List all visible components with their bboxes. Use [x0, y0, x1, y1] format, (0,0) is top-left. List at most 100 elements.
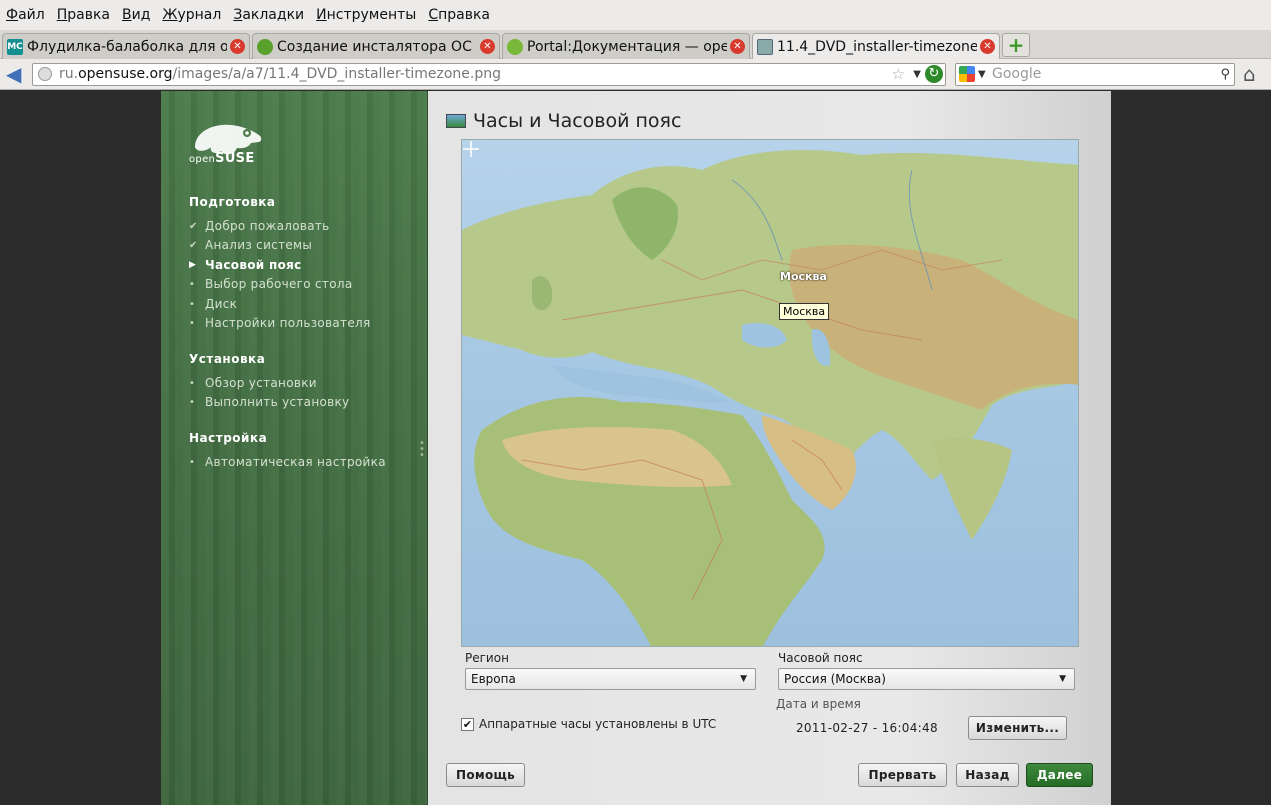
home-icon[interactable]: ⌂	[1243, 62, 1267, 86]
tab-favicon: MC	[7, 38, 23, 55]
menu-bookmarks[interactable]: Закладки	[233, 7, 304, 23]
crosshair-cursor-icon	[463, 141, 479, 157]
world-map-icon	[446, 114, 466, 128]
hardware-clock-utc-checkbox[interactable]: ✔ Аппаратные часы установлены в UTC	[461, 717, 716, 731]
menu-file[interactable]: Файл	[6, 7, 45, 23]
bullet-icon: •	[189, 298, 196, 310]
bullet-icon: •	[189, 396, 196, 408]
chevron-down-icon: ▼	[1059, 674, 1066, 684]
menubar: Файл Правка Вид Журнал Закладки Инструме…	[0, 0, 1271, 30]
bullet-icon: •	[189, 317, 196, 329]
back-arrow-icon[interactable]: ◀	[6, 63, 28, 85]
menu-edit[interactable]: Правка	[57, 7, 110, 23]
url-bar[interactable]: ru.opensuse.org/images/a/a7/11.4_DVD_ins…	[32, 63, 946, 86]
datetime-value: 2011-02-27 - 16:04:48	[796, 721, 938, 735]
tab-2[interactable]: Создание инсталятора ОС … ✕	[252, 33, 500, 59]
module-title-text: Часы и Часовой пояс	[473, 110, 682, 132]
bookmark-star-icon[interactable]: ☆	[892, 64, 905, 85]
section-title-installation: Установка	[189, 352, 266, 366]
current-step-arrow-icon: ▶	[189, 260, 197, 270]
logo-brand: SUSE	[215, 151, 255, 166]
step-label: Часовой пояс	[205, 258, 302, 272]
step-perform-installation: • Выполнить установку	[189, 395, 349, 409]
check-icon: ✔	[189, 239, 198, 251]
tab-3[interactable]: Portal:Документация — ope… ✕	[502, 33, 750, 59]
step-label: Добро пожаловать	[205, 219, 330, 233]
menu-view[interactable]: Вид	[122, 7, 150, 23]
next-button[interactable]: Далее	[1026, 763, 1093, 787]
check-icon: ✔	[189, 220, 198, 232]
timezone-select[interactable]: Россия (Москва) ▼	[778, 668, 1075, 690]
tab-label: Флудилка-балаболка для о…	[27, 38, 227, 55]
step-label: Диск	[205, 297, 238, 311]
region-label: Регион	[465, 651, 509, 665]
tab-label: Создание инсталятора ОС …	[277, 38, 477, 55]
search-binoculars-icon[interactable]: ⚲	[1220, 64, 1230, 85]
step-automatic-configuration: • Автоматическая настройка	[189, 455, 386, 469]
close-icon[interactable]: ✕	[230, 39, 245, 54]
bullet-icon: •	[189, 456, 196, 468]
region-value: Европа	[471, 672, 516, 686]
close-icon[interactable]: ✕	[730, 39, 745, 54]
search-placeholder: Google	[992, 66, 1042, 82]
engine-dropdown-icon[interactable]: ▼	[978, 64, 986, 85]
menu-history[interactable]: Журнал	[162, 7, 221, 23]
bullet-icon: •	[189, 278, 196, 290]
map-tooltip: Москва	[779, 303, 830, 320]
search-bar[interactable]: ▼ Google ⚲	[955, 63, 1235, 86]
step-label: Настройки пользователя	[205, 316, 371, 330]
image-favicon-icon	[757, 38, 773, 55]
google-engine-icon[interactable]	[959, 66, 975, 82]
timezone-map[interactable]: Москва Москва	[461, 139, 1079, 647]
step-label: Выбор рабочего стола	[205, 277, 353, 291]
world-map-graphic	[462, 150, 1078, 646]
reload-icon[interactable]: ↻	[925, 65, 943, 83]
logo-prefix: open	[189, 154, 216, 165]
section-title-configuration: Настройка	[189, 431, 268, 445]
installer-sidebar: openSUSE Подготовка ✔ Добро пожаловать ✔ А…	[161, 91, 428, 805]
region-select[interactable]: Европа ▼	[465, 668, 756, 690]
timezone-value: Россия (Москва)	[784, 672, 886, 686]
step-disk: • Диск	[189, 297, 237, 311]
step-user-settings: • Настройки пользователя	[189, 316, 371, 330]
help-button[interactable]: Помощь	[446, 763, 525, 787]
timezone-label: Часовой пояс	[778, 651, 863, 665]
step-system-analysis: ✔ Анализ системы	[189, 238, 312, 252]
tab-label: 11.4_DVD_installer-timezone…	[777, 38, 977, 55]
navigation-bar: ◀ ru.opensuse.org/images/a/a7/11.4_DVD_i…	[0, 59, 1271, 90]
close-icon[interactable]: ✕	[980, 39, 995, 54]
back-button[interactable]: Назад	[956, 763, 1019, 787]
close-icon[interactable]: ✕	[480, 39, 495, 54]
tab-bar: MC Флудилка-балаболка для о… ✕ Создание …	[0, 30, 1271, 59]
step-label: Анализ системы	[205, 238, 313, 252]
abort-button[interactable]: Прервать	[858, 763, 947, 787]
bullet-icon: •	[189, 377, 196, 389]
url-host: opensuse.org	[78, 66, 173, 82]
step-desktop-selection: • Выбор рабочего стола	[189, 277, 352, 291]
opensuse-favicon-icon	[507, 38, 523, 55]
site-identity-icon[interactable]	[38, 67, 52, 81]
installer-main-panel: Часы и Часовой пояс Москва Москва Регион…	[428, 91, 1111, 805]
url-prefix: ru.	[59, 66, 79, 82]
chevron-down-icon: ▼	[740, 674, 747, 684]
checkbox-checked-icon[interactable]: ✔	[461, 717, 474, 731]
history-dropdown-icon[interactable]: ▼	[913, 64, 921, 85]
step-welcome: ✔ Добро пожаловать	[189, 219, 330, 233]
sidebar-resize-handle[interactable]: • • •	[419, 439, 425, 461]
step-installation-overview: • Обзор установки	[189, 376, 317, 390]
opensuse-favicon-icon	[257, 38, 273, 55]
step-label: Автоматическая настройка	[205, 455, 386, 469]
tab-label: Portal:Документация — ope…	[527, 38, 727, 55]
change-datetime-button[interactable]: Изменить...	[968, 716, 1067, 740]
menu-help[interactable]: Справка	[428, 7, 490, 23]
section-title-preparation: Подготовка	[189, 195, 276, 209]
tab-4-active[interactable]: 11.4_DVD_installer-timezone… ✕	[752, 33, 1000, 59]
url-path: /images/a/a7/11.4_DVD_installer-timezone…	[172, 66, 501, 82]
datetime-label: Дата и время	[776, 697, 861, 711]
tab-1[interactable]: MC Флудилка-балаболка для о… ✕	[2, 33, 250, 59]
new-tab-button[interactable]: +	[1002, 33, 1030, 57]
step-timezone-current: ▶ Часовой пояс	[189, 258, 302, 272]
step-label: Обзор установки	[205, 376, 317, 390]
menu-tools[interactable]: Инструменты	[316, 7, 416, 23]
map-city-label: Москва	[780, 270, 827, 283]
